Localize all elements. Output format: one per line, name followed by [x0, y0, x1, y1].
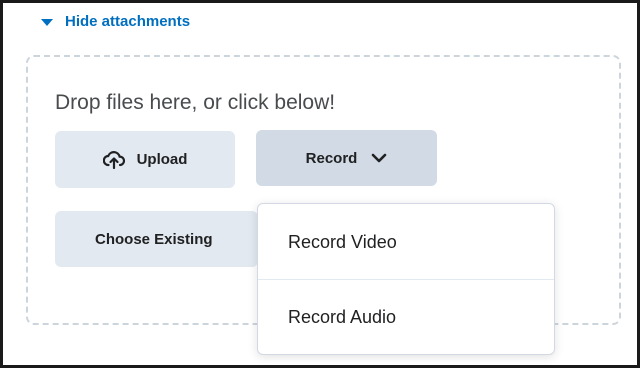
chevron-down-icon [371, 153, 387, 163]
record-dropdown-menu: Record Video Record Audio [257, 203, 555, 355]
caret-down-icon [41, 18, 53, 26]
upload-button-label: Upload [136, 151, 188, 168]
menu-item-label: Record Audio [288, 306, 397, 327]
dropzone-instructions: Drop files here, or click below! [55, 91, 336, 114]
record-button-label: Record [305, 149, 358, 167]
attachments-panel: Hide attachments Drop files here, or cli… [0, 0, 640, 368]
hide-attachments-label: Hide attachments [65, 13, 191, 30]
hide-attachments-toggle[interactable]: Hide attachments [41, 13, 190, 30]
menu-item-record-video[interactable]: Record Video [258, 206, 554, 280]
menu-item-record-audio[interactable]: Record Audio [258, 280, 554, 354]
menu-item-label: Record Video [288, 232, 397, 252]
upload-button[interactable]: Upload [55, 131, 235, 188]
cloud-upload-icon [102, 150, 125, 169]
choose-existing-label: Choose Existing [95, 230, 213, 248]
choose-existing-button[interactable]: Choose Existing [55, 211, 258, 267]
record-button[interactable]: Record [256, 130, 437, 186]
